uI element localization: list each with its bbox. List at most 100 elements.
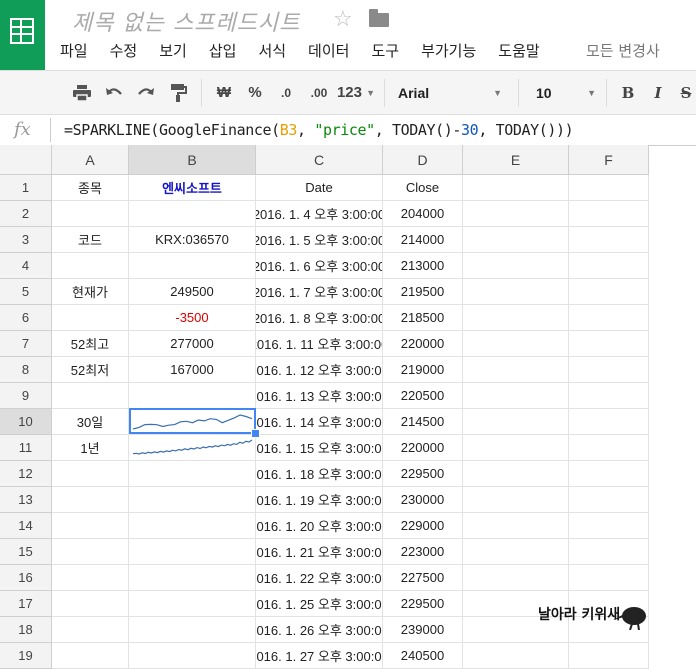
cell-c6[interactable]: 2016. 1. 8 오후 3:00:00	[256, 305, 383, 331]
cell-c10[interactable]: 2016. 1. 14 오후 3:00:00	[256, 409, 383, 435]
column-header-e[interactable]: E	[463, 145, 569, 175]
cell-f14[interactable]	[569, 513, 649, 539]
cell-f2[interactable]	[569, 201, 649, 227]
row-header-3[interactable]: 3	[0, 227, 52, 253]
row-header-1[interactable]: 1	[0, 175, 52, 201]
cell-b19[interactable]	[129, 643, 256, 669]
cell-c9[interactable]: 2016. 1. 13 오후 3:00:00	[256, 383, 383, 409]
cell-d3[interactable]: 214000	[383, 227, 463, 253]
cell-e4[interactable]	[463, 253, 569, 279]
cell-d4[interactable]: 213000	[383, 253, 463, 279]
row-header-7[interactable]: 7	[0, 331, 52, 357]
cell-e3[interactable]	[463, 227, 569, 253]
column-header-d[interactable]: D	[383, 145, 463, 175]
font-size-dropdown[interactable]: 10 ▼	[536, 71, 596, 114]
cell-e12[interactable]	[463, 461, 569, 487]
increase-decimal-button[interactable]: .00	[304, 71, 334, 114]
cell-c5[interactable]: 2016. 1. 7 오후 3:00:00	[256, 279, 383, 305]
folder-icon[interactable]	[369, 9, 389, 27]
cell-a16[interactable]	[52, 565, 129, 591]
row-header-16[interactable]: 16	[0, 565, 52, 591]
cell-f11[interactable]	[569, 435, 649, 461]
cell-c2[interactable]: 2016. 1. 4 오후 3:00:00	[256, 201, 383, 227]
print-icon[interactable]	[68, 71, 96, 114]
cell-c1[interactable]: Date	[256, 175, 383, 201]
undo-icon[interactable]	[100, 71, 128, 114]
row-header-5[interactable]: 5	[0, 279, 52, 305]
cell-a17[interactable]	[52, 591, 129, 617]
cell-e15[interactable]	[463, 539, 569, 565]
cell-a9[interactable]	[52, 383, 129, 409]
cell-c3[interactable]: 2016. 1. 5 오후 3:00:00	[256, 227, 383, 253]
cell-b7[interactable]: 277000	[129, 331, 256, 357]
menu-view[interactable]: 보기	[159, 40, 187, 61]
cell-f4[interactable]	[569, 253, 649, 279]
menu-data[interactable]: 데이터	[308, 40, 349, 61]
font-family-dropdown[interactable]: Arial ▼	[398, 71, 502, 114]
cell-b3[interactable]: KRX:036570	[129, 227, 256, 253]
menu-edit[interactable]: 수정	[110, 40, 138, 61]
column-header-c[interactable]: C	[256, 145, 383, 175]
cell-d6[interactable]: 218500	[383, 305, 463, 331]
cell-c15[interactable]: 2016. 1. 21 오후 3:00:00	[256, 539, 383, 565]
cell-e14[interactable]	[463, 513, 569, 539]
column-header-f[interactable]: F	[569, 145, 649, 175]
cell-a14[interactable]	[52, 513, 129, 539]
cell-e1[interactable]	[463, 175, 569, 201]
cell-e9[interactable]	[463, 383, 569, 409]
cell-e19[interactable]	[463, 643, 569, 669]
formula-input[interactable]: =SPARKLINE(GoogleFinance(B3, "price", TO…	[64, 121, 574, 139]
star-icon[interactable]: ☆	[333, 6, 353, 32]
cell-b12[interactable]	[129, 461, 256, 487]
cell-f9[interactable]	[569, 383, 649, 409]
cell-d15[interactable]: 223000	[383, 539, 463, 565]
cell-a3[interactable]: 코드	[52, 227, 129, 253]
cell-e5[interactable]	[463, 279, 569, 305]
cell-b16[interactable]	[129, 565, 256, 591]
cell-b8[interactable]: 167000	[129, 357, 256, 383]
cell-f5[interactable]	[569, 279, 649, 305]
menu-addons[interactable]: 부가기능	[421, 40, 476, 61]
menu-format[interactable]: 서식	[258, 40, 286, 61]
cell-c12[interactable]: 2016. 1. 18 오후 3:00:00	[256, 461, 383, 487]
doc-title[interactable]: 제목 없는 스프레드시트	[72, 5, 300, 37]
cell-d19[interactable]: 240500	[383, 643, 463, 669]
cell-d17[interactable]: 229500	[383, 591, 463, 617]
cell-c4[interactable]: 2016. 1. 6 오후 3:00:00	[256, 253, 383, 279]
cell-d16[interactable]: 227500	[383, 565, 463, 591]
row-header-11[interactable]: 11	[0, 435, 52, 461]
cell-f19[interactable]	[569, 643, 649, 669]
menu-insert[interactable]: 삽입	[209, 40, 237, 61]
cell-d13[interactable]: 230000	[383, 487, 463, 513]
row-header-19[interactable]: 19	[0, 643, 52, 669]
row-header-17[interactable]: 17	[0, 591, 52, 617]
cell-e7[interactable]	[463, 331, 569, 357]
cell-f7[interactable]	[569, 331, 649, 357]
cell-a7[interactable]: 52최고	[52, 331, 129, 357]
cell-d8[interactable]: 219000	[383, 357, 463, 383]
cell-e10[interactable]	[463, 409, 569, 435]
cell-e11[interactable]	[463, 435, 569, 461]
decrease-decimal-button[interactable]: .0	[272, 71, 300, 114]
cell-f15[interactable]	[569, 539, 649, 565]
cell-d18[interactable]: 239000	[383, 617, 463, 643]
cell-d5[interactable]: 219500	[383, 279, 463, 305]
cell-b17[interactable]	[129, 591, 256, 617]
cell-f10[interactable]	[569, 409, 649, 435]
cell-d11[interactable]: 220000	[383, 435, 463, 461]
cell-a18[interactable]	[52, 617, 129, 643]
cell-c7[interactable]: 2016. 1. 11 오후 3:00:00	[256, 331, 383, 357]
fill-handle[interactable]	[251, 429, 260, 438]
sheets-logo[interactable]	[0, 0, 45, 70]
cell-f3[interactable]	[569, 227, 649, 253]
cell-f8[interactable]	[569, 357, 649, 383]
cell-b1[interactable]: 엔씨소프트	[129, 175, 256, 201]
cell-c19[interactable]: 2016. 1. 27 오후 3:00:00	[256, 643, 383, 669]
menu-tools[interactable]: 도구	[371, 40, 399, 61]
cell-b18[interactable]	[129, 617, 256, 643]
cell-c18[interactable]: 2016. 1. 26 오후 3:00:00	[256, 617, 383, 643]
cell-a4[interactable]	[52, 253, 129, 279]
row-header-8[interactable]: 8	[0, 357, 52, 383]
cell-b15[interactable]	[129, 539, 256, 565]
row-header-14[interactable]: 14	[0, 513, 52, 539]
